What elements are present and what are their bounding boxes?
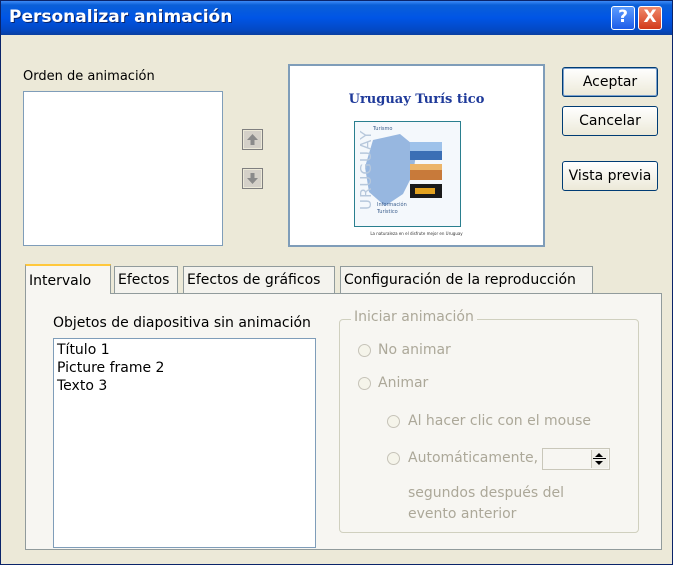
slide-preview-title: Uruguay Turís tico bbox=[348, 92, 485, 107]
animate-label: Animar bbox=[378, 375, 429, 391]
tab-configuracion-reproduccion[interactable]: Configuración de la reproducción bbox=[340, 266, 593, 293]
seconds-spinner[interactable] bbox=[542, 448, 610, 470]
animate-radio[interactable] bbox=[358, 377, 371, 390]
title-bar[interactable]: Personalizar animación ? X bbox=[1, 1, 672, 35]
objects-without-animation-label: Objetos de diapositiva sin animación bbox=[53, 315, 311, 331]
spin-divider bbox=[593, 458, 606, 459]
accept-button-label: Aceptar bbox=[582, 74, 638, 90]
slide-thumbnail-image: URUGUAY Turismo Información Turístico bbox=[354, 121, 461, 227]
spin-down-icon bbox=[595, 461, 603, 465]
custom-animation-dialog: Personalizar animación ? X Orden de anim… bbox=[0, 0, 673, 565]
cancel-button-label: Cancelar bbox=[579, 113, 641, 129]
preview-button-label: Vista previa bbox=[568, 168, 652, 184]
slide-preview: Uruguay Turís tico URUGUAY Turismo Infor… bbox=[288, 64, 545, 247]
on-click-radio[interactable] bbox=[387, 415, 400, 428]
tab-configuracion-label: Configuración de la reproducción bbox=[344, 272, 576, 288]
move-down-button[interactable] bbox=[242, 168, 263, 189]
automatic-radio[interactable] bbox=[387, 452, 400, 465]
thumbnail-caption-2: Turístico bbox=[377, 209, 398, 215]
on-click-label: Al hacer clic con el mouse bbox=[408, 413, 592, 429]
preview-button[interactable]: Vista previa bbox=[562, 161, 658, 191]
cancel-button[interactable]: Cancelar bbox=[562, 106, 658, 136]
arrow-down-icon bbox=[244, 170, 261, 187]
window-title: Personalizar animación bbox=[9, 7, 233, 27]
animation-order-list[interactable] bbox=[23, 91, 223, 246]
close-button[interactable]: X bbox=[638, 6, 662, 30]
thumbnail-caption-1: Información bbox=[377, 202, 407, 208]
objects-without-animation-list[interactable]: Título 1 Picture frame 2 Texto 3 bbox=[53, 338, 316, 548]
tab-intervalo[interactable]: Intervalo bbox=[25, 264, 111, 294]
list-item[interactable]: Picture frame 2 bbox=[54, 359, 315, 377]
thumbnail-top-text: Turismo bbox=[373, 126, 393, 132]
move-up-button[interactable] bbox=[242, 129, 263, 150]
tab-intervalo-label: Intervalo bbox=[29, 273, 92, 289]
spinner-buttons[interactable] bbox=[591, 450, 608, 468]
no-animate-radio[interactable] bbox=[358, 344, 371, 357]
seconds-after-label-1: segundos después del bbox=[408, 485, 565, 501]
slide-preview-footer: La naturaleza en el disfrute mejor en Ur… bbox=[370, 231, 463, 236]
arrow-up-icon bbox=[244, 131, 261, 148]
list-item[interactable]: Texto 3 bbox=[54, 377, 315, 395]
no-animate-label: No animar bbox=[378, 342, 451, 358]
accept-button[interactable]: Aceptar bbox=[562, 67, 658, 97]
start-animation-legend: Iniciar animación bbox=[351, 309, 477, 325]
help-button[interactable]: ? bbox=[611, 6, 635, 30]
spin-up-icon bbox=[595, 453, 603, 457]
seconds-after-label-2: evento anterior bbox=[408, 506, 517, 522]
animation-order-label-text: Orden de animación bbox=[23, 69, 155, 84]
tab-efectos-graficos-label: Efectos de gráficos bbox=[187, 272, 321, 288]
tab-efectos-graficos[interactable]: Efectos de gráficos bbox=[183, 266, 335, 293]
animation-order-label: Orden de animación bbox=[23, 69, 155, 84]
tab-efectos[interactable]: Efectos bbox=[114, 266, 178, 293]
tab-efectos-label: Efectos bbox=[118, 272, 170, 288]
automatic-label: Automáticamente, bbox=[408, 450, 539, 466]
thumbnail-side-text: URUGUAY bbox=[357, 129, 375, 210]
list-item[interactable]: Título 1 bbox=[54, 341, 315, 359]
